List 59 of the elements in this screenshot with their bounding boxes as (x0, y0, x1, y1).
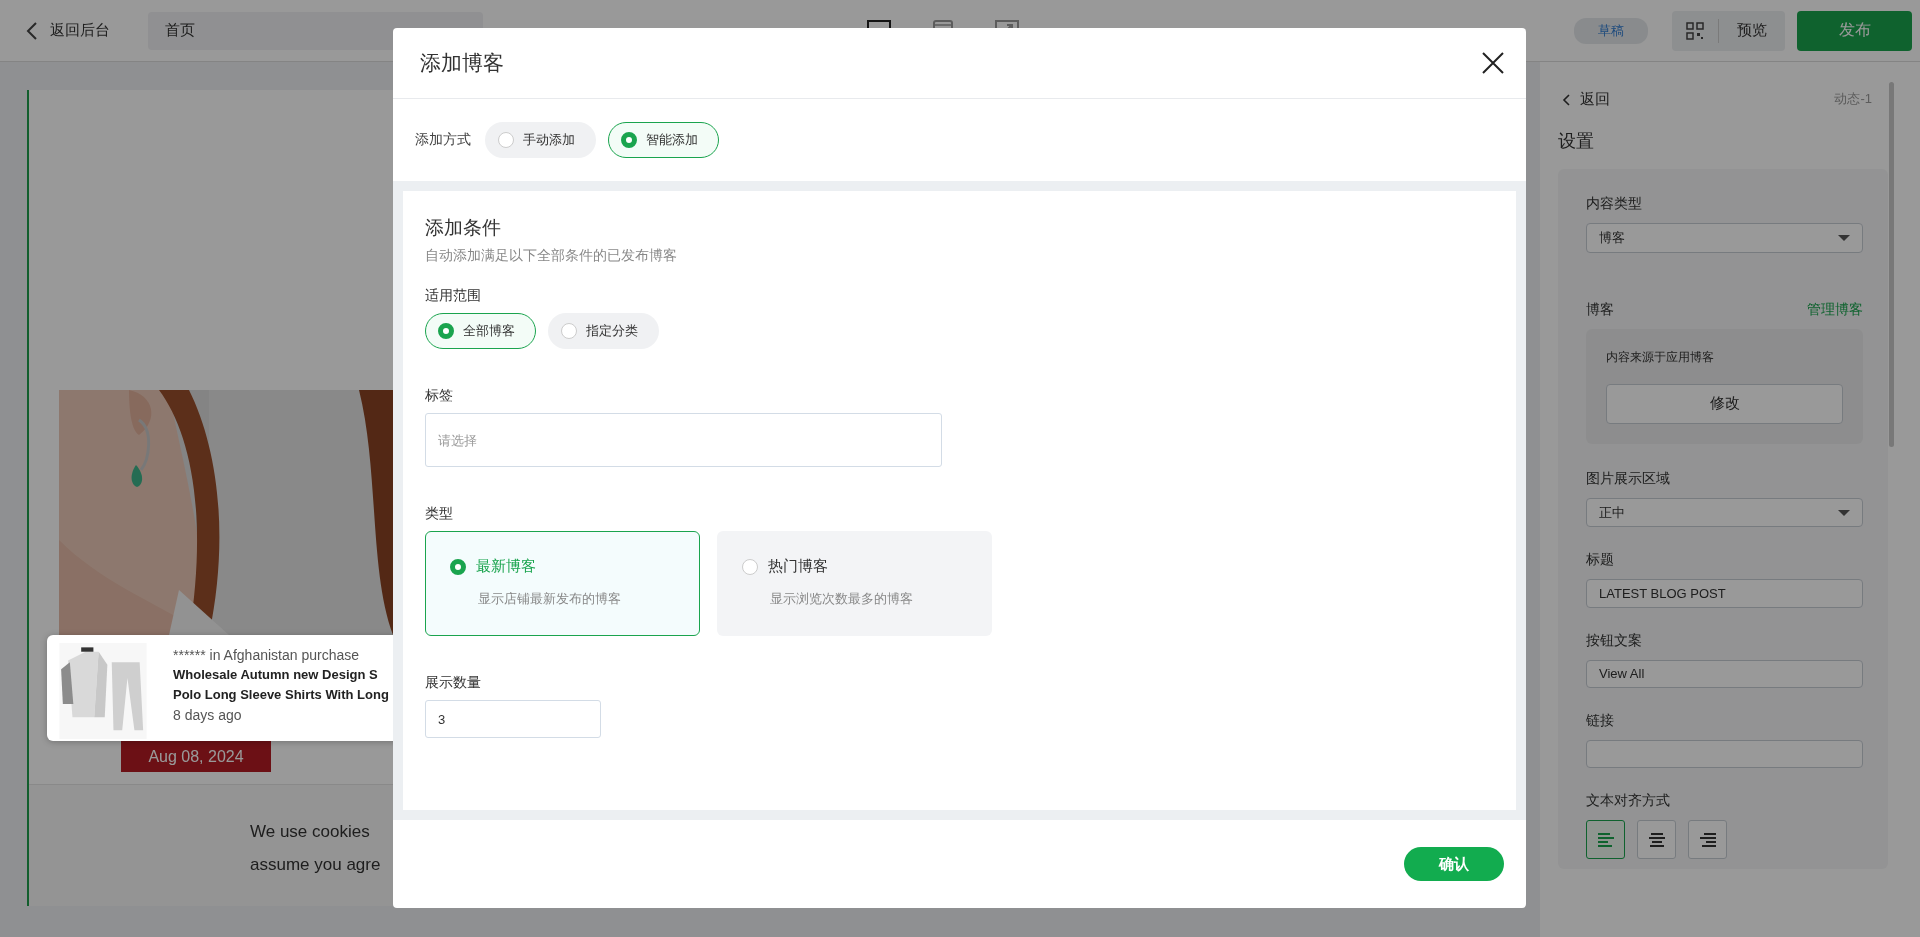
panel-title: 设置 (1558, 130, 1595, 153)
field-label: 展示数量 (425, 674, 481, 692)
align-left-icon (1596, 831, 1615, 848)
field-label: 博客 (1586, 300, 1614, 319)
purchase-time: 8 days ago (173, 706, 242, 725)
field-label: 适用范围 (425, 287, 481, 305)
back-icon (26, 21, 38, 40)
field-label: 类型 (425, 505, 453, 523)
edit-button[interactable]: 修改 (1606, 383, 1843, 424)
product-title[interactable]: Polo Long Sleeve Shirts With Long (173, 685, 389, 705)
field-label: 图片展示区域 (1586, 469, 1671, 488)
method-radio[interactable]: 智能添加 (608, 122, 719, 158)
scope-radio[interactable]: 全部博客 (425, 313, 536, 349)
link-input[interactable] (1586, 739, 1863, 768)
align-right-icon (1698, 831, 1717, 848)
cookie-text: We use cookies (250, 821, 370, 843)
buyer-line: ****** in Afghanistan purchase (173, 646, 360, 665)
back-link[interactable]: 返回后台 (26, 21, 110, 40)
tag-select[interactable]: 请选择 (425, 413, 942, 467)
cookie-text: assume you agre (250, 854, 381, 876)
image-area-select[interactable]: 正中 (1586, 497, 1863, 528)
section-title: 添加条件 (425, 216, 501, 240)
status-badge: 草稿 (1574, 17, 1648, 44)
option-description: 显示店铺最新发布的博客 (478, 590, 621, 608)
scope-radio[interactable]: 指定分类 (548, 313, 659, 349)
count-input[interactable]: 3 (425, 700, 601, 738)
field-label: 标题 (1586, 551, 1615, 570)
align-right-button[interactable] (1688, 820, 1727, 859)
close-icon[interactable] (1482, 52, 1504, 74)
align-center-icon (1647, 831, 1666, 848)
method-label: 添加方式 (415, 131, 471, 149)
source-note: 内容来源于应用博客 (1606, 348, 1715, 366)
radio-icon (742, 558, 758, 575)
option-title: 最新博客 (476, 557, 536, 576)
title-input[interactable]: LATEST BLOG POST (1586, 579, 1863, 608)
preview-button[interactable]: 预览 (1719, 10, 1785, 51)
field-label: 标签 (425, 387, 453, 405)
method-radio[interactable]: 手动添加 (485, 122, 596, 158)
back-link[interactable]: 返回 (1562, 90, 1610, 109)
qr-code-icon[interactable] (1686, 21, 1704, 40)
content-type-select[interactable]: 博客 (1586, 223, 1863, 253)
date-badge: Aug 08, 2024 (121, 741, 271, 772)
product-title[interactable]: Wholesale Autumn new Design S (173, 665, 378, 685)
radio-icon (450, 558, 466, 575)
field-label: 文本对齐方式 (1586, 792, 1671, 810)
field-label: 链接 (1586, 711, 1615, 730)
field-label: 内容类型 (1586, 195, 1643, 213)
type-option[interactable]: 最新博客 显示店铺最新发布的博客 (425, 531, 700, 636)
field-label: 按钮文案 (1586, 631, 1643, 650)
option-description: 显示浏览次数最多的博客 (770, 590, 913, 608)
button-text-input[interactable]: View All (1586, 659, 1863, 688)
back-icon (1562, 93, 1570, 106)
align-center-button[interactable] (1637, 820, 1676, 859)
option-title: 热门博客 (768, 557, 828, 576)
align-left-button[interactable] (1586, 820, 1625, 859)
dialog-title: 添加博客 (420, 50, 504, 76)
section-subtitle: 自动添加满足以下全部条件的已发布博客 (425, 247, 677, 265)
type-option[interactable]: 热门博客 显示浏览次数最多的博客 (717, 531, 992, 636)
section-tag: 动态-1 (1834, 90, 1872, 109)
